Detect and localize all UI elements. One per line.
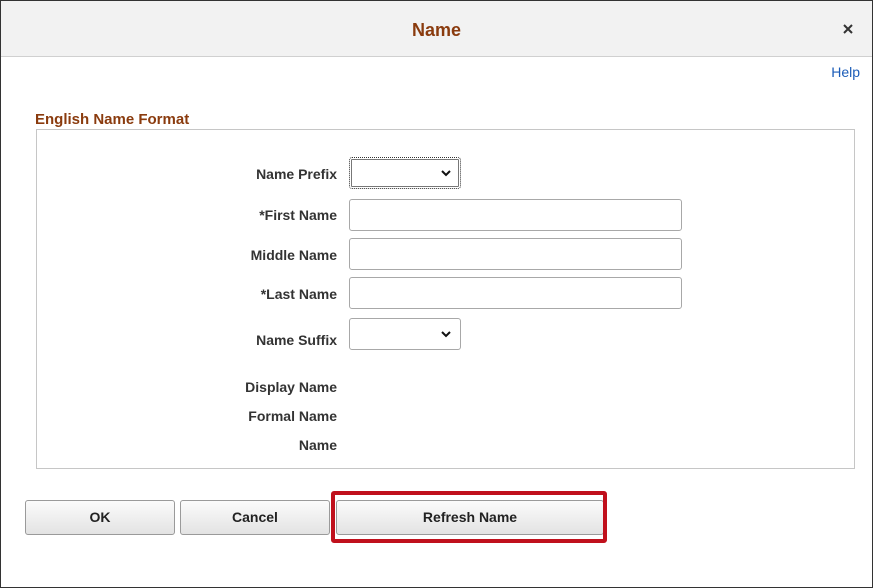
first-name-field[interactable]	[349, 199, 682, 231]
name-suffix-label: Name Suffix	[256, 332, 337, 348]
name-label: Name	[298, 437, 337, 453]
refresh-name-highlight	[331, 491, 607, 543]
name-prefix-select[interactable]	[349, 157, 461, 189]
middle-name-field[interactable]	[349, 238, 682, 270]
display-name-label: Display Name	[245, 379, 337, 395]
chevron-down-icon	[441, 170, 451, 177]
close-icon[interactable]	[840, 21, 856, 37]
ok-button[interactable]: OK	[25, 500, 175, 535]
dialog-title: Name	[411, 20, 462, 40]
last-name-label: *Last Name	[260, 286, 337, 302]
name-suffix-select[interactable]	[349, 318, 461, 350]
name-dialog: Name Help English Name Format Name Prefi…	[0, 0, 873, 588]
chevron-down-icon	[441, 331, 451, 338]
first-name-label: *First Name	[259, 207, 337, 223]
name-format-group: Name Prefix *First Name Middle Name *Las…	[36, 129, 855, 469]
dialog-header: Name	[1, 1, 872, 57]
help-link[interactable]: Help	[831, 64, 860, 80]
name-prefix-label: Name Prefix	[256, 166, 337, 182]
formal-name-label: Formal Name	[248, 408, 337, 424]
section-title: English Name Format	[35, 111, 190, 128]
last-name-field[interactable]	[349, 277, 682, 309]
middle-name-label: Middle Name	[250, 247, 337, 263]
cancel-button[interactable]: Cancel	[180, 500, 330, 535]
